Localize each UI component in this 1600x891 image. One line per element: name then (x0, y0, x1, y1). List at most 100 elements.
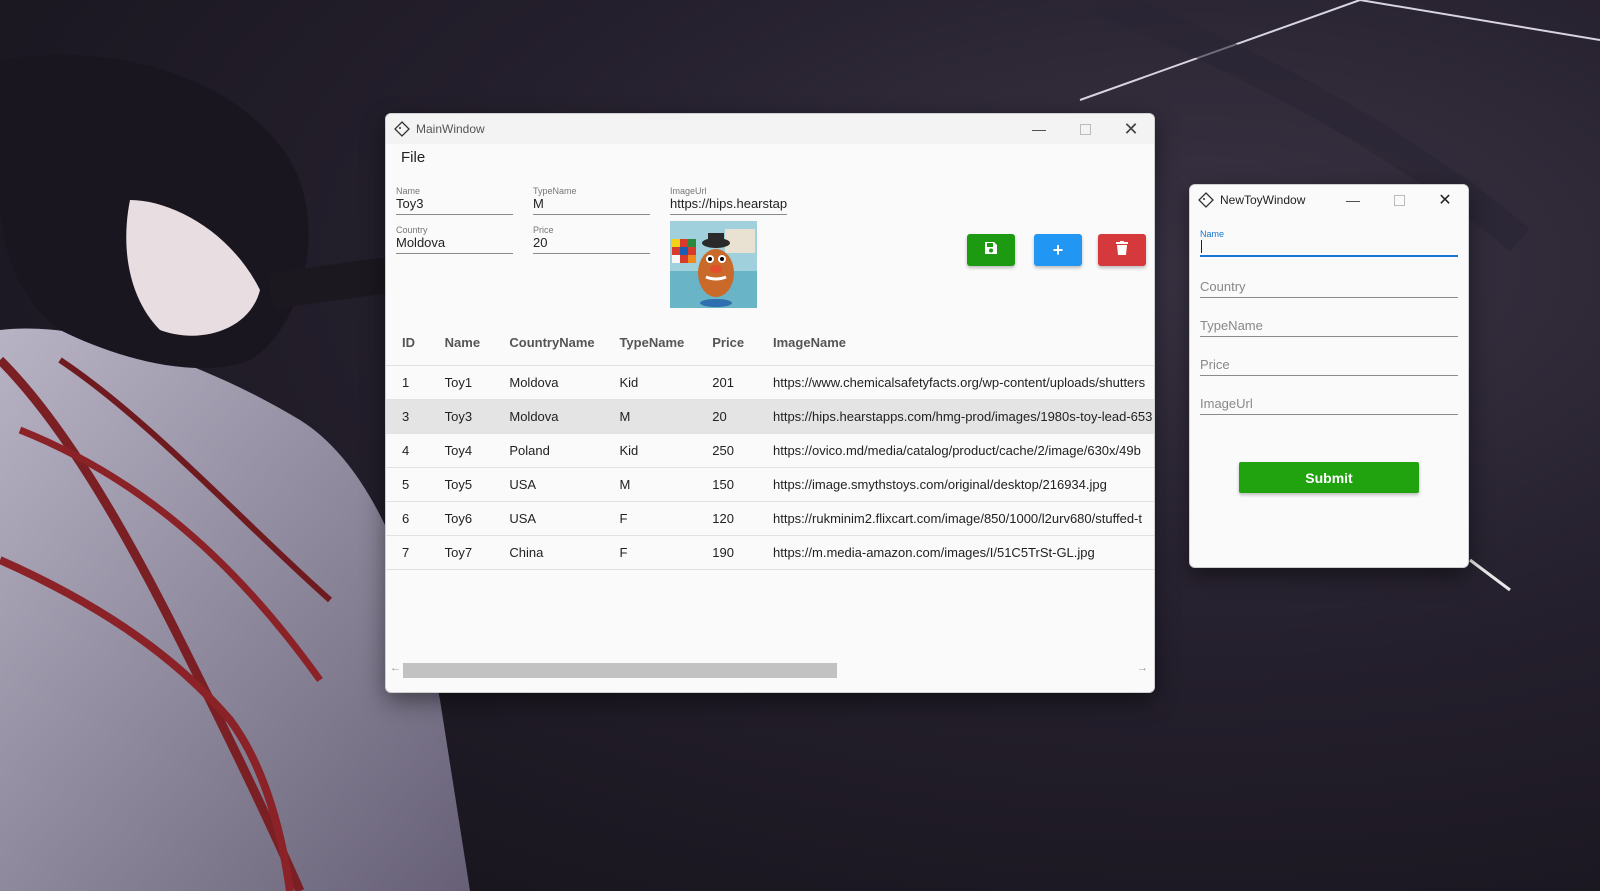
cell-id: 3 (386, 399, 444, 434)
column-header-name[interactable]: Name (444, 319, 509, 366)
cell-country: USA (508, 501, 619, 536)
add-button[interactable]: + (1034, 234, 1082, 266)
trash-icon (1116, 240, 1128, 260)
cell-country: Moldova (508, 365, 619, 400)
horizontal-scrollbar[interactable]: ← → (386, 662, 1154, 680)
typename-field[interactable]: TypeName M (533, 186, 650, 215)
cell-price: 20 (711, 399, 772, 434)
new-toy-titlebar[interactable]: NewToyWindow — ✕ (1190, 185, 1468, 215)
imageurl-input[interactable]: https://hips.hearstap (670, 196, 787, 215)
table-row[interactable]: 4 Toy4 Poland Kid 250 https://ovico.md/m… (386, 433, 1154, 468)
toys-data-grid[interactable]: ID Name CountryName TypeName Price Image… (386, 319, 1154, 570)
plus-icon: + (1052, 239, 1064, 260)
cell-price: 150 (711, 467, 772, 502)
cell-type: Kid (618, 365, 712, 400)
minimize-button[interactable]: — (1016, 114, 1062, 144)
cell-price: 120 (711, 501, 772, 536)
cell-price: 190 (711, 535, 772, 570)
minimize-icon: — (1032, 121, 1046, 137)
menu-file[interactable]: File (401, 149, 425, 166)
new-country-field[interactable]: Country (1200, 279, 1458, 298)
cell-id: 6 (386, 501, 444, 536)
column-header-countryname[interactable]: CountryName (508, 319, 618, 366)
cell-id: 4 (386, 433, 444, 468)
new-typename-field[interactable]: TypeName (1200, 318, 1458, 337)
table-row[interactable]: 6 Toy6 USA F 120 https://rukminim2.flixc… (386, 501, 1154, 536)
save-button[interactable] (967, 234, 1015, 266)
cell-country: Moldova (508, 399, 619, 434)
name-label: Name (396, 186, 421, 196)
cell-name: Toy7 (443, 535, 509, 570)
column-header-id[interactable]: ID (386, 319, 444, 366)
cell-id: 7 (386, 535, 444, 570)
maximize-icon (1079, 123, 1091, 135)
close-button[interactable]: ✕ (1422, 185, 1468, 215)
menu-bar: File (386, 144, 1154, 170)
new-country-input[interactable]: Country (1200, 279, 1458, 298)
cell-image: https://m.media-amazon.com/images/I/51C5… (772, 535, 1154, 570)
table-row[interactable]: 7 Toy7 China F 190 https://m.media-amazo… (386, 535, 1154, 570)
cell-type: F (618, 535, 712, 570)
new-name-input[interactable] (1200, 239, 1458, 257)
new-imageurl-field[interactable]: ImageUrl (1200, 396, 1458, 415)
scroll-right-icon[interactable]: → (1137, 662, 1148, 674)
price-field[interactable]: Price 20 (533, 225, 650, 254)
close-icon: ✕ (1438, 192, 1452, 209)
cell-name: Toy1 (443, 365, 509, 400)
typename-input[interactable]: M (533, 196, 650, 215)
cell-price: 201 (711, 365, 772, 400)
cell-id: 5 (386, 467, 444, 502)
name-input[interactable]: Toy3 (396, 196, 513, 215)
scrollbar-thumb[interactable] (403, 663, 837, 678)
imageurl-field[interactable]: ImageUrl https://hips.hearstap (670, 186, 787, 215)
cell-name: Toy5 (443, 467, 509, 502)
cell-type: F (618, 501, 712, 536)
cell-image: https://ovico.md/media/catalog/product/c… (772, 433, 1154, 468)
imageurl-label: ImageUrl (670, 186, 707, 196)
cell-country: China (508, 535, 619, 570)
cell-image: https://image.smythstoys.com/original/de… (772, 467, 1154, 502)
new-price-field[interactable]: Price (1200, 357, 1458, 376)
cell-image: https://hips.hearstapps.com/hmg-prod/ima… (772, 399, 1154, 434)
typename-label: TypeName (533, 186, 577, 196)
column-header-imagename[interactable]: ImageName (772, 319, 1154, 366)
name-field[interactable]: Name Toy3 (396, 186, 513, 215)
country-field[interactable]: Country Moldova (396, 225, 513, 254)
cell-type: Kid (618, 433, 712, 468)
window-title: MainWindow (416, 122, 485, 136)
scroll-left-icon[interactable]: ← (390, 662, 401, 674)
new-imageurl-input[interactable]: ImageUrl (1200, 396, 1458, 415)
minimize-button[interactable]: — (1330, 185, 1376, 215)
cell-country: Poland (508, 433, 619, 468)
country-label: Country (396, 225, 428, 235)
main-window-titlebar[interactable]: MainWindow — ✕ (386, 114, 1154, 144)
table-row-selected[interactable]: 3 Toy3 Moldova M 20 https://hips.hearsta… (386, 399, 1154, 434)
minimize-icon: — (1346, 192, 1360, 208)
table-row[interactable]: 1 Toy1 Moldova Kid 201 https://www.chemi… (386, 365, 1154, 400)
cell-image: https://rukminim2.flixcart.com/image/850… (772, 501, 1154, 536)
close-button[interactable]: ✕ (1108, 114, 1154, 144)
maximize-button[interactable] (1062, 114, 1108, 144)
new-price-input[interactable]: Price (1200, 357, 1458, 376)
cell-type: M (618, 467, 712, 502)
delete-button[interactable] (1098, 234, 1146, 266)
new-name-field[interactable]: Name (1200, 229, 1458, 257)
cell-name: Toy4 (443, 433, 509, 468)
country-input[interactable]: Moldova (396, 235, 513, 254)
table-row[interactable]: 5 Toy5 USA M 150 https://image.smythstoy… (386, 467, 1154, 502)
cell-country: USA (508, 467, 619, 502)
column-header-price[interactable]: Price (711, 319, 772, 366)
submit-button[interactable]: Submit (1239, 462, 1419, 493)
price-input[interactable]: 20 (533, 235, 650, 254)
new-toy-window: NewToyWindow — ✕ Name Country TypeName P… (1189, 184, 1469, 568)
price-label: Price (533, 225, 554, 235)
toy-image-preview (670, 221, 757, 308)
cell-price: 250 (711, 433, 772, 468)
save-icon (984, 241, 998, 260)
cell-id: 1 (386, 365, 444, 400)
maximize-button[interactable] (1376, 185, 1422, 215)
cell-name: Toy3 (443, 399, 509, 434)
column-header-typename[interactable]: TypeName (618, 319, 711, 366)
grid-header-row: ID Name CountryName TypeName Price Image… (386, 319, 1154, 366)
new-typename-input[interactable]: TypeName (1200, 318, 1458, 337)
